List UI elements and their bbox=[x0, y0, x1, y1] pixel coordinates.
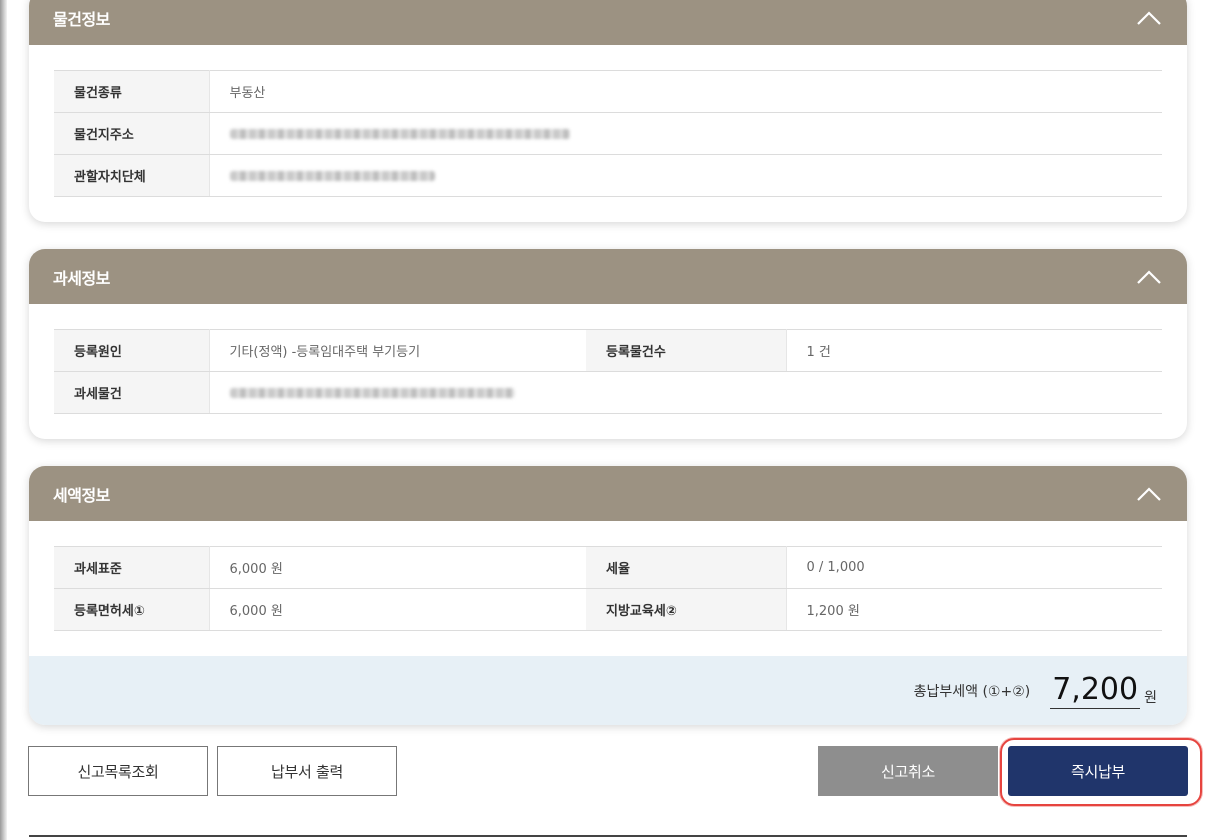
redacted-text bbox=[229, 387, 515, 398]
property-info-section: 물건정보 물건종류 부동산 물건지주소 관할자치단체 bbox=[29, 0, 1187, 222]
tax-base-label: 과세표준 bbox=[54, 546, 210, 589]
reg-cause-value: 기타(정액) -등록임대주택 부기등기 bbox=[209, 329, 586, 372]
reg-count-value: 1 건 bbox=[786, 329, 1162, 372]
property-type-value: 부동산 bbox=[209, 70, 1162, 113]
window-left-edge bbox=[0, 0, 7, 840]
taxation-info-title: 과세정보 bbox=[53, 268, 110, 288]
table-row: 물건지주소 bbox=[54, 112, 1162, 155]
table-row: 물건종류 부동산 bbox=[54, 70, 1162, 113]
property-type-label: 물건종류 bbox=[54, 70, 210, 113]
total-tax-bar: 총납부세액 (①+②) 7,200 원 bbox=[29, 656, 1187, 725]
tax-rate-label: 세율 bbox=[586, 546, 787, 589]
total-tax-label: 총납부세액 (①+②) bbox=[913, 684, 1031, 700]
taxation-info-header[interactable]: 과세정보 bbox=[29, 249, 1187, 304]
print-bill-button[interactable]: 납부서 출력 bbox=[217, 746, 397, 796]
tax-amount-table: 과세표준 6,000 원 세율 0 / 1,000 등록면허세① 6,000 원… bbox=[54, 546, 1162, 631]
table-row: 과세물건 bbox=[54, 371, 1162, 414]
edu-tax-value: 1,200 원 bbox=[786, 588, 1162, 631]
tax-base-value: 6,000 원 bbox=[209, 546, 586, 589]
total-tax-amount: 7,200 bbox=[1050, 672, 1141, 709]
chevron-up-icon[interactable] bbox=[1135, 484, 1163, 504]
chevron-up-icon[interactable] bbox=[1135, 8, 1163, 28]
report-list-button[interactable]: 신고목록조회 bbox=[28, 746, 208, 796]
tax-rate-value: 0 / 1,000 bbox=[786, 546, 1162, 589]
table-row: 과세표준 6,000 원 세율 0 / 1,000 bbox=[54, 546, 1162, 589]
redacted-text bbox=[229, 128, 570, 139]
tax-amount-title: 세액정보 bbox=[53, 485, 110, 505]
edu-tax-label: 지방교육세② bbox=[586, 588, 787, 631]
cancel-report-button[interactable]: 신고취소 bbox=[818, 746, 998, 796]
tax-amount-header[interactable]: 세액정보 bbox=[29, 466, 1187, 521]
redacted-text bbox=[229, 170, 435, 181]
tax-object-value bbox=[209, 371, 1162, 414]
property-info-title: 물건정보 bbox=[53, 9, 110, 29]
tax-amount-body: 과세표준 6,000 원 세율 0 / 1,000 등록면허세① 6,000 원… bbox=[29, 521, 1187, 656]
property-info-table: 물건종류 부동산 물건지주소 관할자치단체 bbox=[54, 70, 1162, 197]
reg-cause-label: 등록원인 bbox=[54, 329, 210, 372]
property-info-header[interactable]: 물건정보 bbox=[29, 0, 1187, 45]
tax-amount-section: 세액정보 과세표준 6,000 원 세율 0 / 1,000 등록면허세① 6,… bbox=[29, 466, 1187, 725]
jurisdiction-value bbox=[209, 154, 1162, 197]
jurisdiction-label: 관할자치단체 bbox=[54, 154, 210, 197]
taxation-info-body: 등록원인 기타(정액) -등록임대주택 부기등기 등록물건수 1 건 과세물건 bbox=[29, 304, 1187, 439]
total-tax-unit: 원 bbox=[1144, 690, 1157, 706]
taxation-info-section: 과세정보 등록원인 기타(정액) -등록임대주택 부기등기 등록물건수 1 건 … bbox=[29, 249, 1187, 439]
table-row: 관할자치단체 bbox=[54, 154, 1162, 197]
reg-count-label: 등록물건수 bbox=[586, 329, 787, 372]
pay-now-button[interactable]: 즉시납부 bbox=[1008, 746, 1188, 796]
table-row: 등록원인 기타(정액) -등록임대주택 부기등기 등록물건수 1 건 bbox=[54, 329, 1162, 372]
table-row: 등록면허세① 6,000 원 지방교육세② 1,200 원 bbox=[54, 588, 1162, 631]
property-info-body: 물건종류 부동산 물건지주소 관할자치단체 bbox=[29, 45, 1187, 222]
license-tax-value: 6,000 원 bbox=[209, 588, 586, 631]
property-address-value bbox=[209, 112, 1162, 155]
tax-object-label: 과세물건 bbox=[54, 371, 210, 414]
license-tax-label: 등록면허세① bbox=[54, 588, 210, 631]
chevron-up-icon[interactable] bbox=[1135, 267, 1163, 287]
taxation-info-table: 등록원인 기타(정액) -등록임대주택 부기등기 등록물건수 1 건 과세물건 bbox=[54, 329, 1162, 414]
bottom-divider bbox=[29, 835, 1187, 837]
property-address-label: 물건지주소 bbox=[54, 112, 210, 155]
